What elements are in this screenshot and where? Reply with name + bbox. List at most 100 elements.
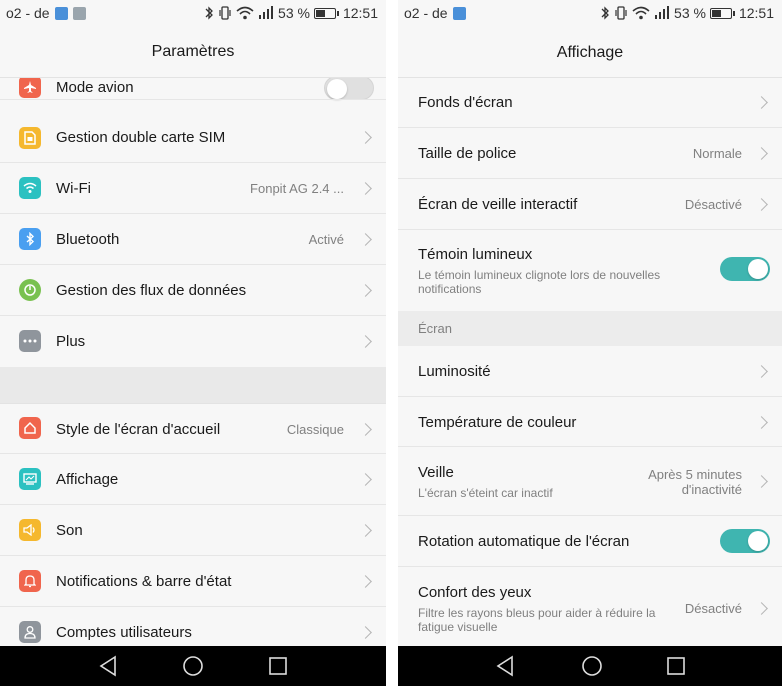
section-header-screen: Écran (398, 311, 782, 346)
airplane-mode-toggle[interactable] (324, 78, 374, 100)
setting-label: Rotation automatique de l'écran (418, 533, 630, 550)
section-gap (0, 367, 386, 403)
display-settings-screen: o2 - de 53 % 12:51 Affichage Fonds d'écr… (398, 0, 782, 686)
battery-icon (313, 7, 339, 19)
settings-item-more[interactable]: Plus (0, 316, 386, 367)
chevron-right-icon (359, 284, 372, 297)
setting-auto-rotate[interactable]: Rotation automatique de l'écran (398, 516, 782, 567)
back-icon[interactable] (494, 654, 518, 678)
led-indicator-toggle[interactable] (720, 257, 770, 281)
chevron-right-icon (755, 416, 768, 429)
carrier-label: o2 - de (6, 5, 50, 21)
clock: 12:51 (342, 5, 378, 21)
setting-color-temperature[interactable]: Température de couleur (398, 397, 782, 447)
settings-list[interactable]: Mode avion Gestion double carte SIM Wi-F… (0, 78, 386, 646)
signal-icon (259, 6, 274, 19)
eye-comfort-desc-line2: fatigue visuelle (418, 620, 498, 634)
notification-icon (452, 6, 466, 20)
status-bar: o2 - de 53 % 12:51 (0, 0, 386, 26)
setting-label: Température de couleur (418, 414, 577, 431)
bluetooth-status-icon (205, 6, 213, 20)
setting-font-size[interactable]: Taille de police Normale (398, 128, 782, 179)
setting-brightness[interactable]: Luminosité (398, 346, 782, 397)
home-nav-icon[interactable] (181, 654, 205, 678)
settings-item-airplane-mode[interactable]: Mode avion (0, 78, 386, 100)
settings-item-dual-sim[interactable]: Gestion double carte SIM (0, 112, 386, 163)
settings-item-display[interactable]: Affichage (0, 454, 386, 505)
settings-item-bluetooth[interactable]: Bluetooth Activé (0, 214, 386, 265)
back-icon[interactable] (97, 654, 121, 678)
settings-item-label: Gestion double carte SIM (56, 129, 226, 146)
battery-icon (709, 7, 735, 19)
settings-item-label: Bluetooth (56, 231, 120, 248)
settings-item-label: Wi-Fi (56, 180, 91, 197)
chevron-right-icon (359, 335, 372, 348)
setting-label: Taille de police (418, 145, 517, 162)
setting-label: Témoin lumineux (418, 246, 533, 263)
chevron-right-icon (755, 147, 768, 160)
chevron-right-icon (359, 626, 372, 639)
display-settings-list[interactable]: Fonds d'écran Taille de police Normale É… (398, 78, 782, 646)
sleep-value: Après 5 minutes d'inactivité (648, 467, 742, 497)
settings-item-sound[interactable]: Son (0, 505, 386, 556)
settings-item-label: Gestion des flux de données (56, 282, 247, 299)
settings-item-notifications[interactable]: Notifications & barre d'état (0, 556, 386, 607)
clock: 12:51 (738, 5, 774, 21)
settings-item-user-accounts[interactable]: Comptes utilisateurs (0, 607, 386, 646)
display-icon (19, 468, 41, 490)
setting-label: Fonds d'écran (418, 94, 513, 111)
data-usage-icon (19, 279, 41, 301)
chevron-right-icon (755, 475, 768, 488)
wifi-icon (19, 177, 41, 199)
signal-icon (655, 6, 670, 19)
settings-item-home-style[interactable]: Style de l'écran d'accueil Classique (0, 403, 386, 454)
settings-item-wifi[interactable]: Wi-Fi Fonpit AG 2.4 ... (0, 163, 386, 214)
auto-rotate-toggle[interactable] (720, 529, 770, 553)
setting-description: L'écran s'éteint car inactif (418, 486, 553, 500)
user-icon (19, 621, 41, 643)
daydream-value: Désactivé (684, 197, 742, 212)
chevron-right-icon (359, 182, 372, 195)
battery-percent: 53 % (278, 5, 310, 21)
home-nav-icon[interactable] (580, 654, 604, 678)
settings-item-data-usage[interactable]: Gestion des flux de données (0, 265, 386, 316)
chevron-right-icon (359, 575, 372, 588)
chevron-right-icon (359, 524, 372, 537)
recents-icon[interactable] (266, 654, 290, 678)
airplane-icon (19, 78, 41, 98)
navigation-bar (0, 646, 386, 686)
setting-led-indicator[interactable]: Témoin lumineux Le témoin lumineux clign… (398, 230, 782, 311)
settings-item-label: Affichage (56, 471, 119, 488)
wifi-status-icon (236, 6, 254, 20)
setting-label: Veille (418, 464, 454, 481)
chevron-right-icon (359, 131, 372, 144)
vibrate-icon (615, 6, 627, 20)
chevron-right-icon (359, 233, 372, 246)
battery-percent: 53 % (674, 5, 706, 21)
settings-item-label: Son (56, 522, 83, 539)
settings-item-label: Style de l'écran d'accueil (56, 421, 221, 438)
setting-sleep[interactable]: Veille L'écran s'éteint car inactif Aprè… (398, 447, 782, 516)
navigation-bar (398, 646, 782, 686)
vibrate-icon (219, 6, 231, 20)
setting-label: Confort des yeux (418, 584, 532, 601)
settings-item-label: Notifications & barre d'état (56, 573, 232, 590)
eye-comfort-desc-line1: Filtre les rayons bleus pour aider à réd… (418, 606, 656, 620)
font-size-value: Normale (692, 146, 742, 161)
gallery-icon (72, 6, 86, 20)
bluetooth-status-icon (601, 6, 609, 20)
setting-daydream[interactable]: Écran de veille interactif Désactivé (398, 179, 782, 230)
setting-description: Le témoin lumineux clignote lors de nouv… (418, 268, 661, 296)
chevron-right-icon (359, 423, 372, 436)
chevron-right-icon (359, 473, 372, 486)
settings-item-label: Plus (56, 333, 86, 350)
sound-icon (19, 519, 41, 541)
page-title: Paramètres (151, 43, 235, 60)
settings-screen: o2 - de 53 % 12:51 Paramètres Mode avion (0, 0, 386, 686)
setting-wallpaper[interactable]: Fonds d'écran (398, 78, 782, 128)
setting-eye-comfort[interactable]: Confort des yeux Filtre les rayons bleus… (398, 567, 782, 646)
recents-icon[interactable] (664, 654, 688, 678)
bluetooth-status: Activé (308, 232, 344, 247)
bluetooth-icon (19, 228, 41, 250)
bell-icon (19, 570, 41, 592)
